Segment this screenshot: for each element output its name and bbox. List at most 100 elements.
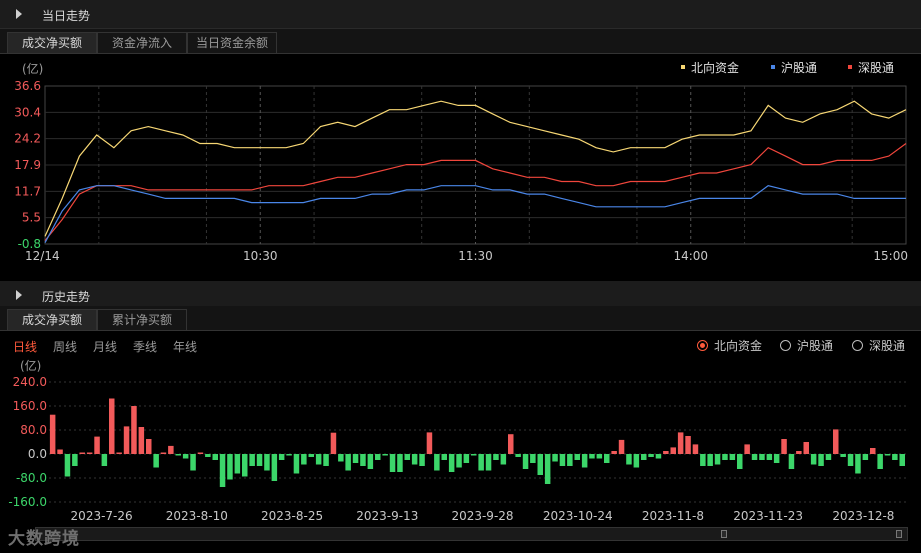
tab-net-inflow[interactable]: 资金净流入: [97, 32, 187, 53]
radio-sz[interactable]: 深股通: [852, 337, 905, 354]
history-bar: [677, 432, 684, 454]
legend-sh-label: 沪股通: [781, 61, 817, 75]
scroll-handle-right[interactable]: [896, 530, 902, 538]
line-date-label: 12/14: [25, 249, 60, 263]
history-bar: [773, 454, 780, 463]
history-bar: [729, 454, 736, 460]
history-bar: [389, 454, 396, 472]
legend: 北向资金 沪股通 深股通: [681, 60, 894, 75]
history-bar: [500, 454, 507, 465]
line-x-axis: 12/14 10:30 11:30 14:00 15:00: [25, 249, 908, 263]
legend-sh-swatch: [771, 65, 775, 69]
history-bar: [663, 451, 669, 454]
history-bar: [611, 451, 617, 454]
period-yearly[interactable]: 年线: [173, 338, 197, 355]
line-grid: [44, 85, 907, 245]
history-bar: [847, 454, 854, 466]
history-bar: [530, 454, 536, 463]
history-bar: [293, 454, 300, 474]
radio-sh[interactable]: 沪股通: [780, 337, 833, 354]
history-bar: [537, 454, 543, 475]
history-bar: [618, 439, 625, 454]
bar-y-axis: 240.0 160.0 80.0 0.0 -80.0 -160.0: [8, 375, 47, 509]
history-bar: [116, 452, 122, 454]
legend-north-label: 北向资金: [691, 60, 739, 75]
period-daily[interactable]: 日线: [13, 338, 37, 355]
history-bar: [256, 454, 263, 466]
bar-series: [49, 398, 905, 487]
radio-sh-label: 沪股通: [797, 339, 834, 353]
scroll-handle-left[interactable]: [721, 530, 727, 538]
intraday-line-chart: (亿) 北向资金 沪股通 深股通 36.6 30.4 24.2 17.9 11.7 5.5…: [14, 60, 908, 263]
bar-x-tick: 2023-11-23: [733, 509, 803, 523]
period-weekly[interactable]: 周线: [53, 338, 77, 355]
history-bar: [559, 454, 566, 466]
line-x-tick: 14:00: [673, 249, 708, 263]
history-bar: [544, 454, 551, 484]
history-bar: [138, 427, 145, 454]
history-bar: [448, 454, 455, 472]
history-bar: [249, 454, 255, 466]
history-bar: [707, 454, 713, 466]
radio-unchecked-icon: [852, 340, 863, 351]
tab-net-buy-history[interactable]: 成交净买额: [7, 309, 97, 330]
tab-day-balance[interactable]: 当日资金余额: [187, 32, 277, 53]
bar-x-tick: 2023-11-8: [642, 509, 704, 523]
history-bar: [626, 454, 632, 465]
radio-unchecked-icon: [780, 340, 791, 351]
history-bar: [323, 454, 329, 466]
legend-sz-label: 深股通: [858, 61, 894, 75]
history-bar: [862, 454, 869, 460]
line-series-north: [44, 100, 907, 237]
top-panel-header: 当日走势: [0, 0, 921, 29]
history-bar: [515, 454, 521, 457]
bar-grid: [49, 381, 906, 503]
bar-y-tick: 160.0: [13, 399, 47, 413]
line-y-tick: 5.5: [22, 211, 41, 225]
tab-net-buy[interactable]: 成交净买额: [7, 32, 97, 53]
history-bar: [64, 454, 71, 477]
history-bar: [870, 448, 876, 454]
history-bar: [286, 454, 292, 456]
bar-y-tick: 0.0: [28, 447, 47, 461]
tab-cumulative-net-buy[interactable]: 累计净买额: [97, 309, 187, 330]
history-bar: [182, 454, 189, 459]
history-bar: [722, 454, 728, 460]
period-quarterly[interactable]: 季线: [133, 338, 157, 355]
history-bar: [57, 449, 63, 454]
history-bar: [471, 454, 477, 456]
radio-north[interactable]: 北向资金: [697, 337, 762, 354]
history-bar: [877, 454, 883, 469]
history-bar: [840, 454, 846, 457]
watermark-logo: 大数跨境: [8, 529, 80, 549]
history-bar: [567, 454, 573, 466]
history-bar: [227, 454, 233, 480]
history-bar: [700, 454, 706, 466]
bottom-panel-title: 历史走势: [42, 290, 91, 304]
history-bar: [153, 454, 159, 468]
history-bar: [242, 454, 248, 477]
history-bar: [552, 454, 558, 462]
line-y-tick: 30.4: [14, 105, 41, 119]
history-bar: [670, 447, 676, 454]
history-bar: [899, 454, 905, 466]
history-bar: [522, 454, 529, 469]
history-bar: [123, 426, 130, 454]
collapse-triangle-icon[interactable]: [16, 290, 22, 300]
timeline-scrollbar[interactable]: [35, 527, 908, 541]
bar-x-tick: 2023-9-28: [451, 509, 513, 523]
collapse-triangle-icon[interactable]: [16, 9, 22, 19]
history-bar: [338, 454, 344, 462]
history-bar: [581, 454, 588, 468]
history-bar: [508, 434, 514, 454]
history-bar: [367, 454, 374, 469]
period-monthly[interactable]: 月线: [93, 338, 117, 355]
history-bar: [633, 454, 640, 468]
history-bar: [803, 442, 809, 454]
bar-y-tick: -80.0: [16, 471, 47, 485]
history-bar: [264, 454, 270, 471]
line-y-tick: 36.6: [14, 79, 41, 93]
history-bar: [825, 454, 832, 460]
history-bar: [766, 454, 773, 460]
history-bar: [375, 454, 381, 460]
